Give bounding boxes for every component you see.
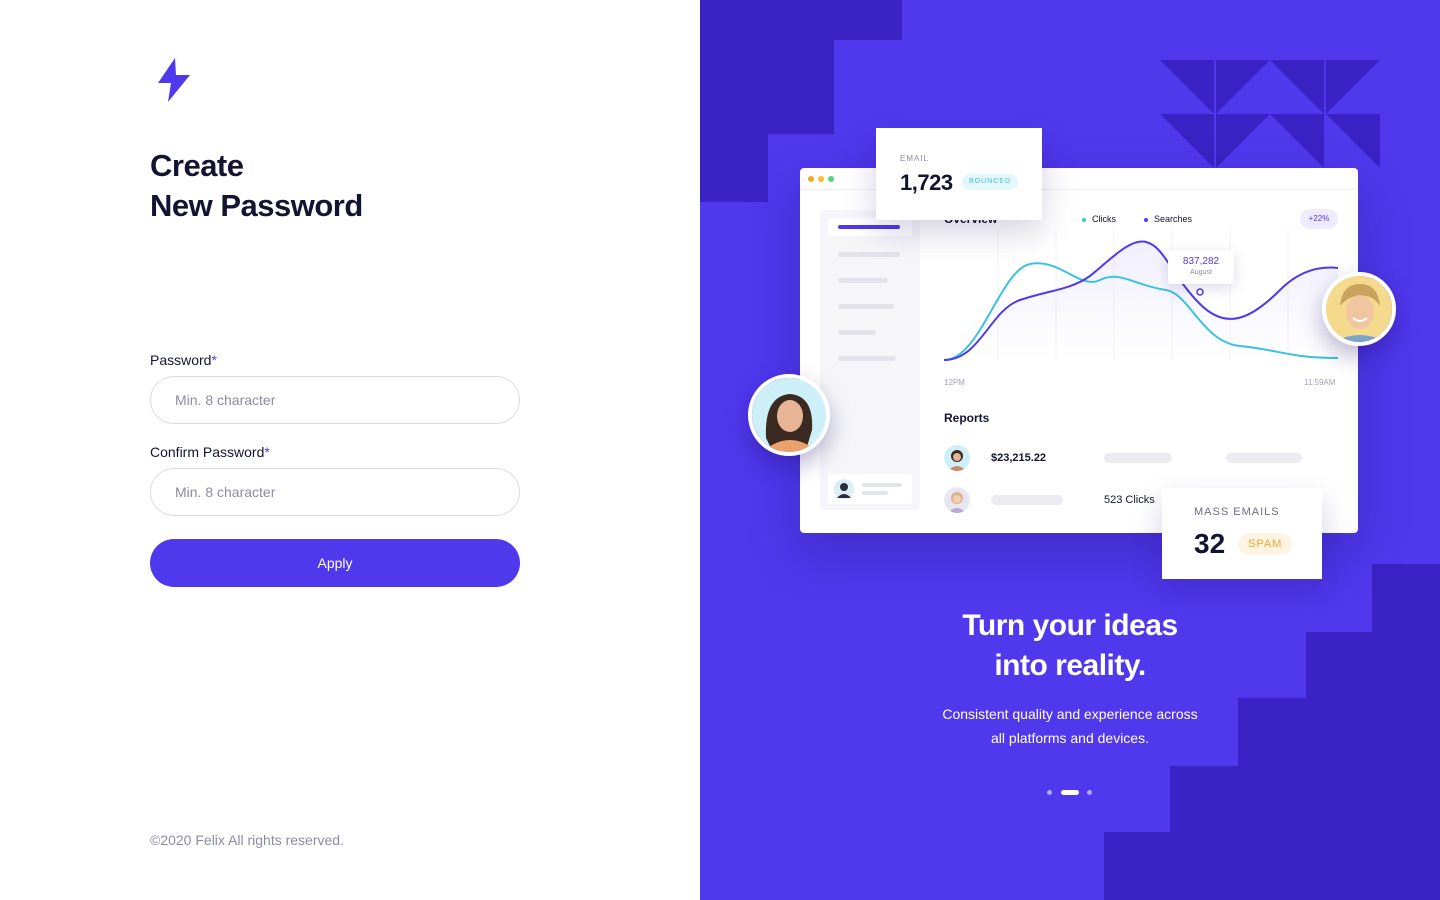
change-badge: +22% (1300, 209, 1338, 229)
avatar (748, 374, 830, 456)
confirm-password-label: Confirm Password* (150, 444, 270, 460)
line-chart (943, 230, 1339, 361)
carousel-dot-1[interactable] (1047, 790, 1052, 795)
spam-badge: SPAM (1238, 533, 1293, 555)
avatar (834, 479, 854, 499)
email-stat-label: EMAIL (900, 154, 930, 163)
report-clicks: 523 Clicks (1104, 494, 1155, 506)
legend-label: Searches (1154, 214, 1193, 224)
showcase-subline: Consistent quality and experience across… (870, 702, 1270, 750)
dashboard-preview: Overview Clicks Searches +22% 837,282 Au… (800, 168, 1358, 533)
showcase-panel: Overview Clicks Searches +22% 837,282 Au… (700, 0, 1440, 900)
tooltip-value: 837,282 (1182, 256, 1220, 267)
carousel-dot-3[interactable] (1087, 790, 1092, 795)
headline-line-1: Turn your ideas (962, 609, 1178, 642)
mass-emails-label: MASS EMAILS (1194, 506, 1280, 518)
copyright-text: ©2020 Felix All rights reserved. (150, 832, 344, 848)
placeholder-bar (1226, 453, 1302, 463)
report-amount: $23,215.22 (991, 452, 1047, 464)
confirm-password-label-text: Confirm Password (150, 444, 265, 460)
placeholder-bar (991, 495, 1063, 505)
window-dot-icon (828, 176, 834, 182)
email-stat-value: 1,723 (900, 170, 953, 195)
sidebar-placeholder (838, 252, 900, 257)
window-dot-icon (818, 176, 824, 182)
subline-line-2: all platforms and devices. (991, 730, 1149, 746)
bounced-badge: BOUNCED (962, 174, 1019, 190)
chart-point (1196, 288, 1204, 296)
confirm-password-field[interactable] (150, 468, 520, 516)
axis-end-label: 11:59AM (1304, 378, 1336, 387)
required-marker: * (211, 352, 217, 368)
avatar (944, 487, 970, 513)
apply-button[interactable]: Apply (150, 539, 520, 587)
window-dot-icon (808, 176, 814, 182)
email-stat-card: EMAIL 1,723 BOUNCED (876, 128, 1042, 220)
chart-tooltip: 837,282 August (1168, 250, 1234, 284)
password-label-text: Password (150, 352, 212, 368)
placeholder-bar (1104, 453, 1172, 463)
sidebar-user (828, 474, 912, 504)
sidebar-placeholder (838, 304, 894, 309)
legend-dot-icon (1082, 217, 1086, 222)
subline-line-1: Consistent quality and experience across (942, 706, 1198, 722)
legend-label: Clicks (1092, 214, 1116, 224)
legend-clicks: Clicks (1082, 214, 1116, 224)
reports-title: Reports (944, 411, 990, 425)
lightning-bolt-icon (158, 58, 190, 102)
password-field[interactable] (150, 376, 520, 424)
required-marker: * (264, 444, 270, 460)
sidebar-placeholder (838, 278, 888, 283)
tooltip-month: August (1190, 269, 1212, 276)
sidebar-active-item (828, 218, 912, 236)
legend-dot-icon (1144, 217, 1148, 222)
axis-start-label: 12PM (944, 378, 965, 387)
headline-line-2: into reality. (994, 649, 1146, 682)
avatar (1322, 272, 1396, 346)
left-panel: Create New Password Password* Confirm Pa… (0, 0, 700, 900)
mass-emails-card: MASS EMAILS 32 SPAM (1162, 488, 1322, 579)
sidebar-placeholder (838, 356, 896, 361)
sidebar-placeholder (838, 330, 876, 335)
title-line-2: New Password (150, 188, 363, 223)
carousel-dot-2-active[interactable] (1061, 790, 1079, 795)
avatar (944, 445, 970, 471)
showcase-headline: Turn your ideas into reality. (870, 606, 1270, 686)
legend-searches: Searches (1144, 214, 1192, 224)
title-line-1: Create (150, 148, 244, 183)
dashboard-sidebar (820, 210, 920, 510)
mass-emails-value: 32 (1194, 528, 1226, 559)
page-title: Create New Password (150, 146, 363, 226)
password-label: Password* (150, 352, 217, 368)
